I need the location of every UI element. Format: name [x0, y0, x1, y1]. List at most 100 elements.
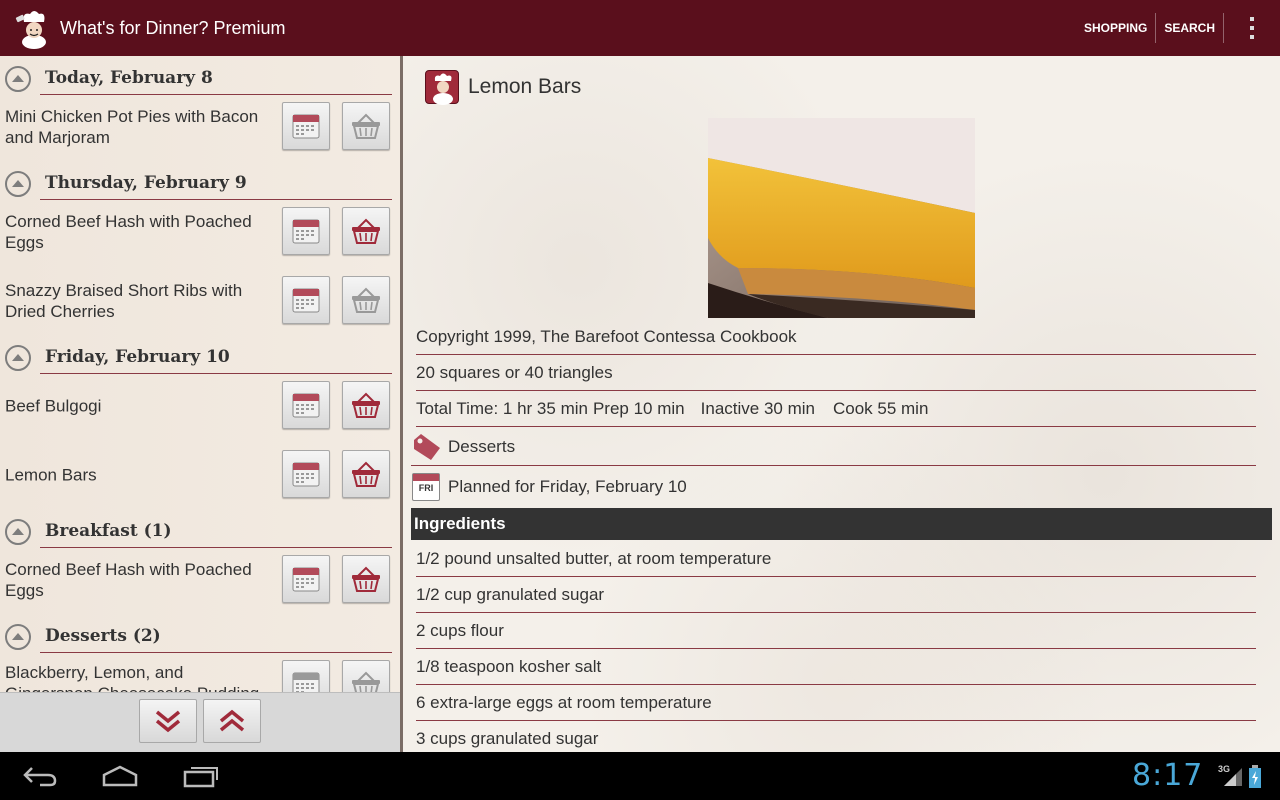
- shopping-basket-button[interactable]: [342, 660, 390, 692]
- recipe-name: Lemon Bars: [5, 465, 97, 484]
- calendar-icon: [292, 672, 320, 692]
- section-header[interactable]: Thursday, February 9: [0, 161, 400, 200]
- list-item[interactable]: Mini Chicken Pot Pies with Bacon and Mar…: [0, 92, 400, 161]
- shopping-button[interactable]: SHOPPING: [1076, 14, 1155, 42]
- expand-all-button[interactable]: [139, 699, 197, 743]
- calendar-icon: [292, 462, 320, 487]
- list-item[interactable]: Lemon Bars: [0, 440, 400, 509]
- ingredients-header: Ingredients: [411, 508, 1272, 540]
- action-bar: What's for Dinner? Premium SHOPPING SEAR…: [0, 0, 1280, 56]
- basket-icon: [352, 671, 380, 692]
- ingredient-row: 6 extra-large eggs at room temperature: [416, 685, 1256, 721]
- shopping-basket-button[interactable]: [342, 207, 390, 255]
- schedule-button[interactable]: [282, 450, 330, 498]
- section-title: Desserts (2): [45, 626, 161, 646]
- collapse-icon[interactable]: [5, 624, 31, 650]
- ingredient-row: 3 cups granulated sugar: [416, 721, 1256, 752]
- schedule-button[interactable]: [282, 276, 330, 324]
- planned-text: Planned for Friday, February 10: [448, 477, 687, 496]
- schedule-button[interactable]: [282, 102, 330, 150]
- recipe-name: Corned Beef Hash with Poached Eggs: [5, 211, 252, 252]
- status-clock[interactable]: 8:17: [1132, 758, 1203, 793]
- home-icon[interactable]: [101, 764, 139, 793]
- recipe-source: Copyright 1999, The Barefoot Contessa Co…: [416, 319, 1256, 355]
- inactive-time: Inactive 30 min: [700, 399, 815, 418]
- shopping-basket-button[interactable]: [342, 381, 390, 429]
- recipe-photo[interactable]: [708, 118, 975, 318]
- basket-icon: [352, 113, 380, 139]
- recipe-name: Snazzy Braised Short Ribs with Dried Che…: [5, 280, 243, 321]
- schedule-button[interactable]: [282, 381, 330, 429]
- section-header[interactable]: Today, February 8: [0, 56, 400, 95]
- cook-time: Cook 55 min: [832, 399, 929, 418]
- shopping-basket-button[interactable]: [342, 555, 390, 603]
- schedule-button[interactable]: [282, 207, 330, 255]
- section-title: Friday, February 10: [45, 347, 230, 367]
- schedule-button[interactable]: [282, 555, 330, 603]
- recipe-title: Lemon Bars: [468, 75, 582, 98]
- calendar-day-icon: FRI: [412, 473, 440, 501]
- ingredient-row: 2 cups flour: [416, 613, 1256, 649]
- chef-logo-icon[interactable]: [12, 6, 56, 50]
- list-item[interactable]: Snazzy Braised Short Ribs with Dried Che…: [0, 266, 400, 335]
- double-chevron-up-icon: [219, 709, 245, 732]
- category-text: Desserts: [448, 437, 516, 456]
- source-text: Copyright 1999, The Barefoot Contessa Co…: [416, 327, 797, 346]
- meal-plan-pane: Today, February 8 Mini Chicken Pot Pies …: [0, 56, 400, 752]
- tag-icon: [414, 434, 440, 460]
- overflow-menu-icon[interactable]: [1224, 0, 1280, 56]
- ingredient-text: 1/8 teaspoon kosher salt: [416, 657, 602, 676]
- section-header[interactable]: Friday, February 10: [0, 335, 400, 374]
- collapse-all-button[interactable]: [203, 699, 261, 743]
- section-title: Thursday, February 9: [45, 173, 247, 193]
- app-title: What's for Dinner? Premium: [60, 17, 286, 38]
- ingredient-text: 2 cups flour: [416, 621, 504, 640]
- signal-icon: [1222, 766, 1244, 793]
- section-title: Today, February 8: [45, 68, 213, 88]
- basket-icon: [352, 566, 380, 592]
- calendar-day-label: FRI: [418, 483, 434, 493]
- back-icon[interactable]: [22, 764, 58, 793]
- collapse-icon[interactable]: [5, 519, 31, 545]
- ingredient-text: 3 cups granulated sugar: [416, 729, 599, 748]
- shopping-basket-button[interactable]: [342, 102, 390, 150]
- recipe-category[interactable]: Desserts: [411, 428, 1256, 466]
- list-item[interactable]: Blackberry, Lemon, and Gingersnap Cheese…: [0, 650, 400, 692]
- recipe-planned[interactable]: FRI Planned for Friday, February 10: [412, 468, 1256, 506]
- ingredient-row: 1/2 pound unsalted butter, at room tempe…: [416, 541, 1256, 577]
- list-item[interactable]: Corned Beef Hash with Poached Eggs: [0, 545, 400, 614]
- collapse-icon[interactable]: [5, 66, 31, 92]
- recipe-name: Beef Bulgogi: [5, 396, 102, 415]
- basket-icon: [352, 392, 380, 418]
- recent-apps-icon[interactable]: [182, 764, 220, 793]
- yield-text: 20 squares or 40 triangles: [416, 363, 613, 382]
- list-footer: [0, 692, 400, 752]
- schedule-button[interactable]: [282, 660, 330, 692]
- recipe-times: Total Time: 1 hr 35 min Prep 10 min Inac…: [416, 391, 1256, 427]
- meal-plan-list[interactable]: Today, February 8 Mini Chicken Pot Pies …: [0, 56, 400, 692]
- ingredient-text: 1/2 cup granulated sugar: [416, 585, 605, 604]
- ingredient-row: 1/2 cup granulated sugar: [416, 577, 1256, 613]
- double-chevron-down-icon: [155, 710, 181, 733]
- section-header[interactable]: Desserts (2): [0, 614, 400, 653]
- section-header[interactable]: Breakfast (1): [0, 509, 400, 548]
- calendar-icon: [292, 393, 320, 418]
- calendar-icon: [292, 219, 320, 244]
- recipe-yield: 20 squares or 40 triangles: [416, 355, 1256, 391]
- shopping-basket-button[interactable]: [342, 450, 390, 498]
- section-title: Breakfast (1): [45, 521, 172, 541]
- ingredient-row: 1/8 teaspoon kosher salt: [416, 649, 1256, 685]
- calendar-icon: [292, 114, 320, 139]
- list-item[interactable]: Corned Beef Hash with Poached Eggs: [0, 197, 400, 266]
- calendar-icon: [292, 567, 320, 592]
- basket-icon: [352, 287, 380, 313]
- calendar-icon: [292, 288, 320, 313]
- search-button[interactable]: SEARCH: [1156, 14, 1223, 42]
- shopping-basket-button[interactable]: [342, 276, 390, 324]
- list-item[interactable]: Beef Bulgogi: [0, 371, 400, 440]
- prep-time: Prep 10 min: [592, 399, 685, 418]
- chef-recipe-icon: [425, 70, 459, 105]
- collapse-icon[interactable]: [5, 345, 31, 371]
- collapse-icon[interactable]: [5, 171, 31, 197]
- system-nav-bar: 8:17 3G: [0, 752, 1280, 800]
